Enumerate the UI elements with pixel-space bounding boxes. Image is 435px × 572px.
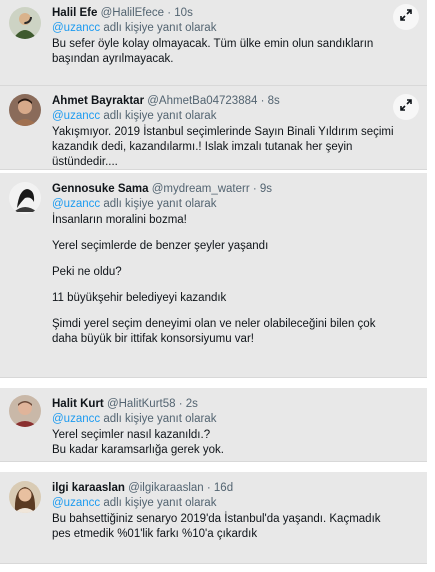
expand-arrows-icon	[400, 98, 412, 116]
tweet-header: Halil Efe @HalilEfece · 10s	[52, 6, 387, 20]
user-handle[interactable]: @AhmetBa04723884	[147, 95, 257, 107]
tweet-card[interactable]: Ahmet Bayraktar @AhmetBa04723884 · 8s @u…	[0, 86, 427, 170]
expand-button[interactable]	[393, 4, 419, 30]
user-handle[interactable]: @mydream_waterr	[152, 183, 250, 195]
expand-arrows-icon	[400, 8, 412, 26]
tweet-text: Bu sefer öyle kolay olmayacak. Tüm ülke …	[52, 37, 387, 67]
reply-mention-link[interactable]: @uzancc	[52, 110, 100, 122]
user-handle[interactable]: @HalilEfece	[101, 7, 164, 19]
display-name[interactable]: Halit Kurt	[52, 398, 104, 410]
timestamp[interactable]: · 16d	[207, 482, 233, 494]
reply-mention-link[interactable]: @uzancc	[52, 22, 100, 34]
reply-context: @uzancc adlı kişiye yanıt olarak	[52, 412, 387, 427]
reply-mention-link[interactable]: @uzancc	[52, 413, 100, 425]
reply-context: @uzancc adlı kişiye yanıt olarak	[52, 197, 387, 212]
avatar[interactable]	[9, 94, 41, 126]
tweet-paragraph: Şimdi yerel seçim deneyimi olan ve neler…	[52, 318, 379, 345]
timestamp[interactable]: · 10s	[167, 7, 193, 19]
display-name[interactable]: Ahmet Bayraktar	[52, 95, 144, 107]
tweet-card[interactable]: Halil Efe @HalilEfece · 10s @uzancc adlı…	[0, 0, 427, 86]
reply-mention-link[interactable]: @uzancc	[52, 497, 100, 509]
tweet-text: Bu bahsettiğiniz senaryo 2019'da İstanbu…	[52, 512, 397, 542]
reply-context-text: adlı kişiye yanıt olarak	[100, 413, 217, 425]
reply-mention-link[interactable]: @uzancc	[52, 198, 100, 210]
tweet-paragraph: Yerel seçimlerde de benzer şeyler yaşand…	[52, 240, 269, 252]
tweet-card[interactable]: ilgi karaaslan @ilgikaraaslan · 16d @uza…	[0, 472, 427, 564]
avatar[interactable]	[9, 182, 41, 214]
avatar[interactable]	[9, 395, 41, 427]
tweet-card[interactable]: Gennosuke Sama @mydream_waterr · 9s @uza…	[0, 173, 427, 378]
tweet-header: Ahmet Bayraktar @AhmetBa04723884 · 8s	[52, 94, 387, 108]
tweet-header: ilgi karaaslan @ilgikaraaslan · 16d	[52, 481, 387, 495]
reply-context: @uzancc adlı kişiye yanıt olarak	[52, 496, 387, 511]
display-name[interactable]: ilgi karaaslan	[52, 482, 125, 494]
tweet-header: Halit Kurt @HalitKurt58 · 2s	[52, 397, 387, 411]
timestamp[interactable]: · 9s	[253, 183, 272, 195]
tweet-paragraph: 11 büyükşehir belediyeyi kazandık	[52, 292, 227, 304]
tweet-paragraph: Bu bahsettiğiniz senaryo 2019'da İstanbu…	[52, 513, 384, 540]
tweet-paragraph: Peki ne oldu?	[52, 266, 122, 278]
display-name[interactable]: Gennosuke Sama	[52, 183, 149, 195]
expand-button[interactable]	[393, 94, 419, 120]
tweet-header: Gennosuke Sama @mydream_waterr · 9s	[52, 182, 387, 196]
timestamp[interactable]: · 2s	[179, 398, 198, 410]
user-handle[interactable]: @HalitKurt58	[107, 398, 176, 410]
reply-context-text: adlı kişiye yanıt olarak	[100, 110, 217, 122]
tweet-text: Yerel seçimler nasıl kazanıldı.? Bu kada…	[52, 428, 387, 458]
timestamp[interactable]: · 8s	[261, 95, 280, 107]
separator	[0, 462, 427, 472]
tweet-text: İnsanların moralini bozma! Yerel seçimle…	[52, 213, 397, 347]
avatar[interactable]	[9, 481, 41, 513]
tweet-paragraph: Bu sefer öyle kolay olmayacak. Tüm ülke …	[52, 38, 377, 65]
tweet-card[interactable]: Halit Kurt @HalitKurt58 · 2s @uzancc adl…	[0, 388, 427, 462]
reply-context-text: adlı kişiye yanıt olarak	[100, 22, 217, 34]
reply-context-text: adlı kişiye yanıt olarak	[100, 497, 217, 509]
user-handle[interactable]: @ilgikaraaslan	[128, 482, 204, 494]
tweet-paragraph: Yakışmıyor. 2019 İstanbul seçimlerinde S…	[52, 126, 397, 168]
scrollbar[interactable]	[427, 0, 435, 572]
avatar[interactable]	[9, 7, 41, 39]
tweet-paragraph: Yerel seçimler nasıl kazanıldı.? Bu kada…	[52, 429, 224, 456]
display-name[interactable]: Halil Efe	[52, 7, 97, 19]
tweet-paragraph: İnsanların moralini bozma!	[52, 214, 187, 226]
reply-context-text: adlı kişiye yanıt olarak	[100, 198, 217, 210]
tweet-text: Yakışmıyor. 2019 İstanbul seçimlerinde S…	[52, 125, 415, 170]
reply-context: @uzancc adlı kişiye yanıt olarak	[52, 109, 387, 124]
reply-context: @uzancc adlı kişiye yanıt olarak	[52, 21, 387, 36]
separator	[0, 378, 427, 388]
